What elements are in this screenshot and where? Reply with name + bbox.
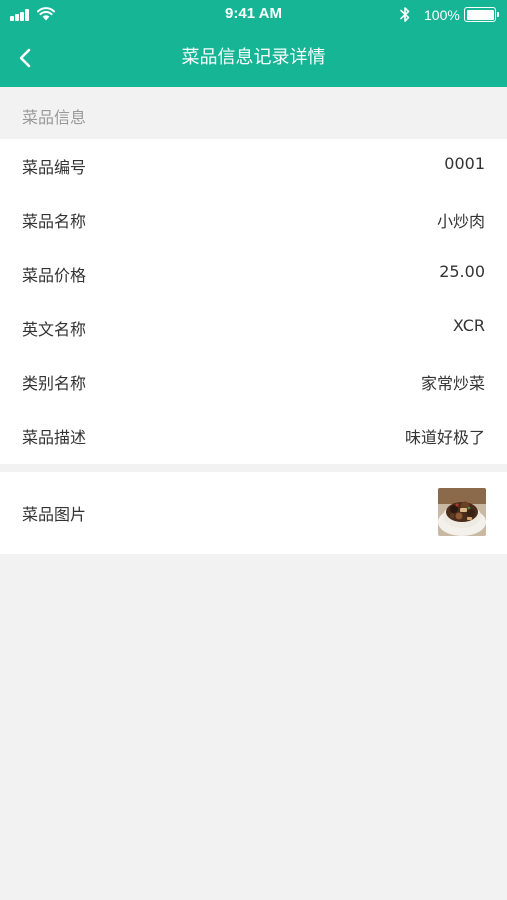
bluetooth-icon	[400, 7, 410, 22]
field-row-dish-photo: 菜品图片	[0, 472, 507, 554]
field-row-category: 类别名称 家常炒菜	[0, 355, 507, 409]
dish-photo-card: 菜品图片	[0, 472, 507, 554]
dish-info-card: 菜品编号 0001 菜品名称 小炒肉 菜品价格 25.00 英文名称 XCR 类…	[0, 139, 507, 464]
field-row-description: 菜品描述 味道好极了	[0, 409, 507, 463]
field-value: 0001	[444, 154, 485, 173]
field-value: 25.00	[439, 262, 485, 281]
field-value: 味道好极了	[404, 428, 485, 447]
field-value: 小炒肉	[436, 212, 485, 231]
section-title: 菜品信息	[22, 108, 87, 127]
status-bar: 9:41 AM 100%	[0, 0, 507, 30]
field-label: 菜品价格	[22, 266, 87, 285]
app-header: 9:41 AM 100% 菜品信息记录详情	[0, 0, 507, 87]
field-row-english-name: 英文名称 XCR	[0, 301, 507, 355]
field-value: 家常炒菜	[420, 374, 485, 393]
nav-bar: 菜品信息记录详情	[0, 30, 507, 87]
page-title: 菜品信息记录详情	[181, 47, 326, 68]
field-row-dish-number: 菜品编号 0001	[0, 139, 507, 193]
field-row-dish-price: 菜品价格 25.00	[0, 247, 507, 301]
battery-percentage: 100%	[424, 7, 460, 23]
field-label: 菜品图片	[22, 505, 87, 524]
dish-photo-image	[438, 488, 486, 536]
field-row-dish-name: 菜品名称 小炒肉	[0, 193, 507, 247]
dish-photo-thumbnail[interactable]	[438, 488, 486, 536]
field-label: 类别名称	[22, 374, 87, 393]
field-label: 菜品描述	[22, 428, 87, 447]
field-label: 菜品编号	[22, 158, 87, 177]
field-label: 英文名称	[22, 320, 87, 339]
field-label: 菜品名称	[22, 212, 87, 231]
battery-icon	[464, 7, 499, 22]
field-value: XCR	[452, 316, 485, 335]
